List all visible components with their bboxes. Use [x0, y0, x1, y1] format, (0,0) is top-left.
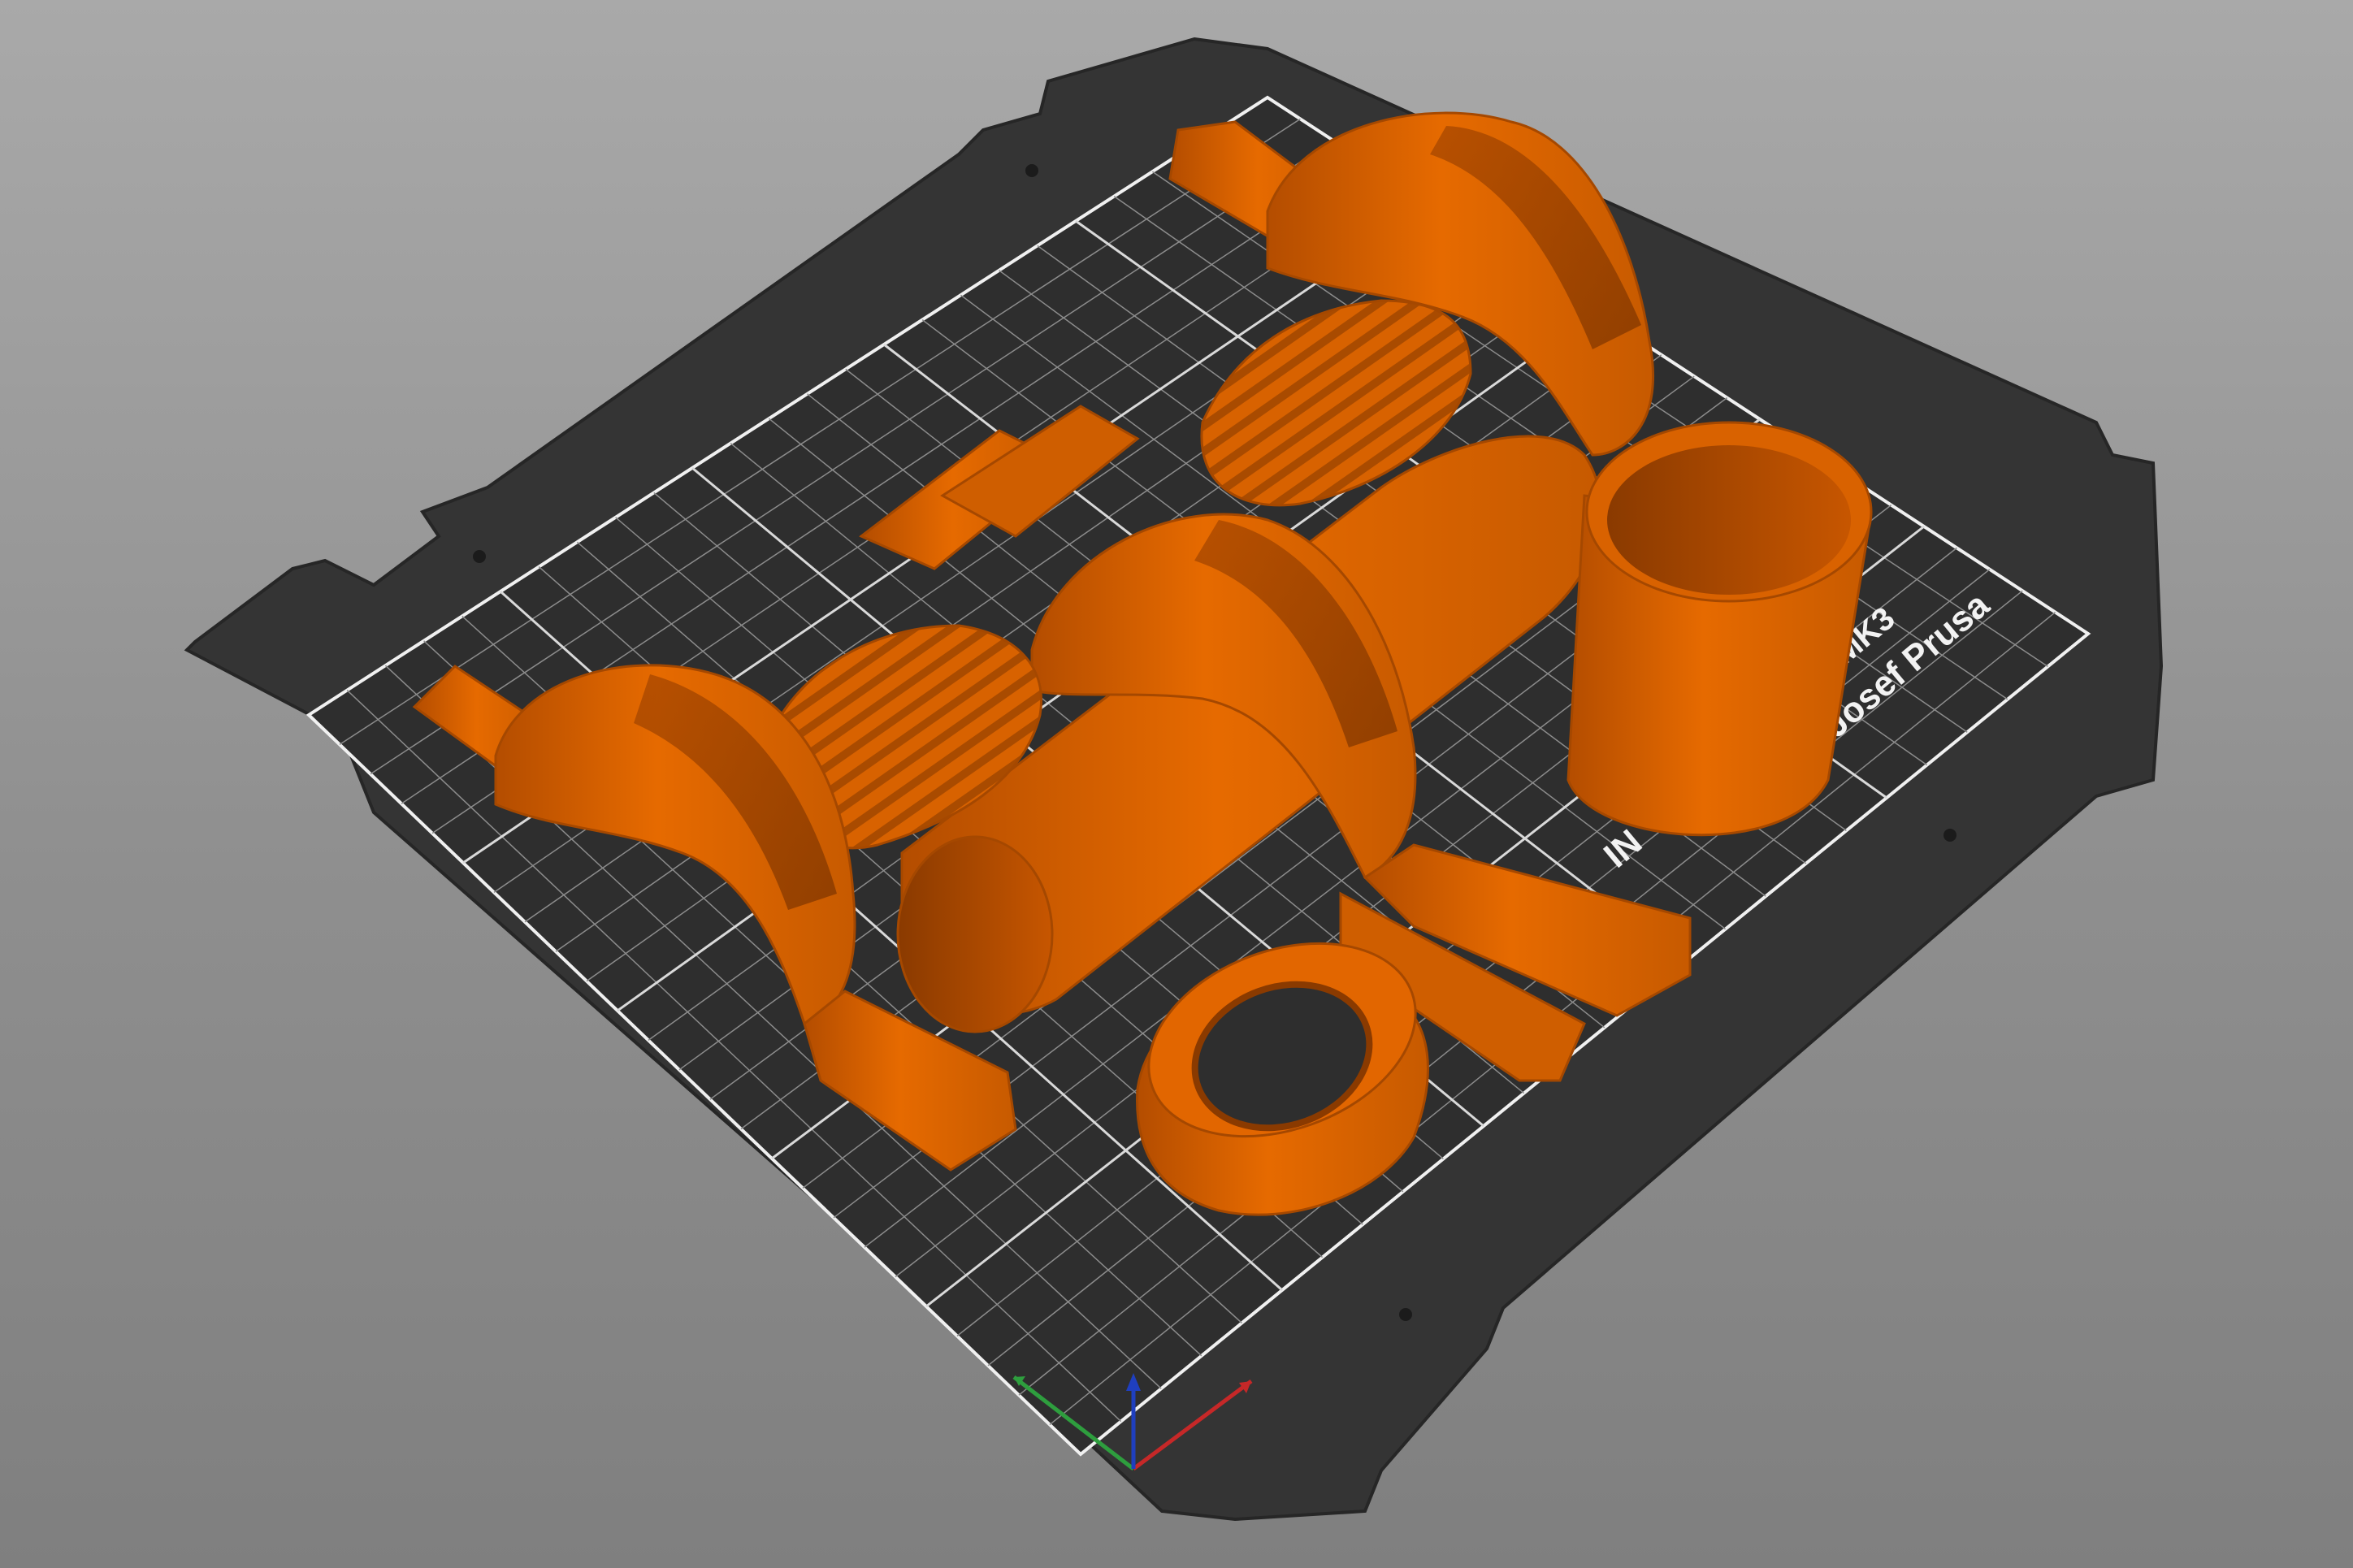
- cup-inside: [1607, 445, 1851, 595]
- bed-mount-hole: [1025, 164, 1038, 177]
- bed-mount-hole: [473, 550, 486, 563]
- model-cylinder-cup[interactable]: [1566, 421, 1873, 837]
- bed-mount-hole: [1944, 829, 1956, 842]
- bed-mount-hole: [1399, 1308, 1412, 1321]
- 3d-viewport[interactable]: MK3 Josef Prusa IN: [0, 0, 2353, 1568]
- left-sleeve-opening: [896, 835, 1054, 1033]
